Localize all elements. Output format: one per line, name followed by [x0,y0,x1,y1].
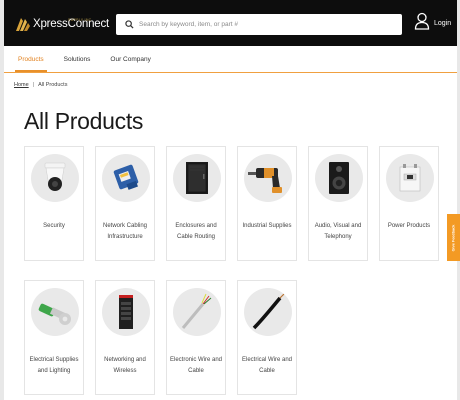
category-card-enclosures[interactable]: Enclosures and Cable Routing [166,146,226,261]
category-label: Electronic Wire and Cable [169,357,223,374]
main-nav: Products Solutions Our Company [4,46,457,73]
power-drill-icon [244,154,292,202]
feedback-label: Give Feedback [451,224,456,251]
electrical-cable-icon [244,288,292,336]
top-bar: XpressConnect SUPPLY INC Login [4,0,457,46]
category-card-power[interactable]: Power Products [379,146,439,261]
category-label: Industrial Supplies [242,223,292,229]
category-card-networking[interactable]: Networking and Wireless [95,280,155,395]
category-card-network-cabling[interactable]: Network Cabling Infrastructure [95,146,155,261]
breadcrumb-current: All Products [38,82,68,88]
breadcrumb-home-link[interactable]: Home [14,82,29,88]
circuit-breaker-icon [386,154,434,202]
search-input[interactable] [139,21,379,28]
enclosure-cabinet-icon [173,154,221,202]
category-label: Security [43,223,65,229]
breadcrumb: Home | All Products [14,82,67,88]
category-label: Audio, Visual and Telephony [314,223,362,240]
login-label: Login [434,20,452,27]
user-icon [414,12,430,35]
logo-subtext: SUPPLY INC [68,18,92,22]
site-logo[interactable]: XpressConnect [14,14,109,34]
category-card-electrical-wire[interactable]: Electrical Wire and Cable [237,280,297,395]
category-label: Networking and Wireless [104,357,146,374]
category-card-electrical-supplies[interactable]: Electrical Supplies and Lighting [24,280,84,395]
speaker-icon [315,154,363,202]
network-jack-icon [102,154,150,202]
cable-lug-icon [31,288,79,336]
category-label: Electrical Wire and Cable [241,357,292,374]
category-card-electronic-wire[interactable]: Electronic Wire and Cable [166,280,226,395]
search-bar [116,14,402,35]
category-label: Power Products [387,223,431,229]
category-card-security[interactable]: Security [24,146,84,261]
logo-mark-icon [14,15,32,33]
feedback-tab[interactable]: Give Feedback [447,214,460,261]
breadcrumb-separator: | [32,82,35,88]
category-label: Enclosures and Cable Routing [175,223,217,240]
electronic-wire-icon [173,288,221,336]
tab-solutions[interactable]: Solutions [64,46,91,72]
tab-products[interactable]: Products [15,46,47,72]
tab-our-company[interactable]: Our Company [110,46,150,72]
page-title: All Products [24,108,144,134]
category-card-audio-visual[interactable]: Audio, Visual and Telephony [308,146,368,261]
category-label: Network Cabling Infrastructure [102,223,148,240]
category-label: Electrical Supplies and Lighting [29,357,79,374]
security-camera-icon [31,154,79,202]
search-icon[interactable] [120,16,138,34]
login-button[interactable]: Login [414,12,451,35]
network-switch-icon [102,288,150,336]
category-card-industrial[interactable]: Industrial Supplies [237,146,297,261]
